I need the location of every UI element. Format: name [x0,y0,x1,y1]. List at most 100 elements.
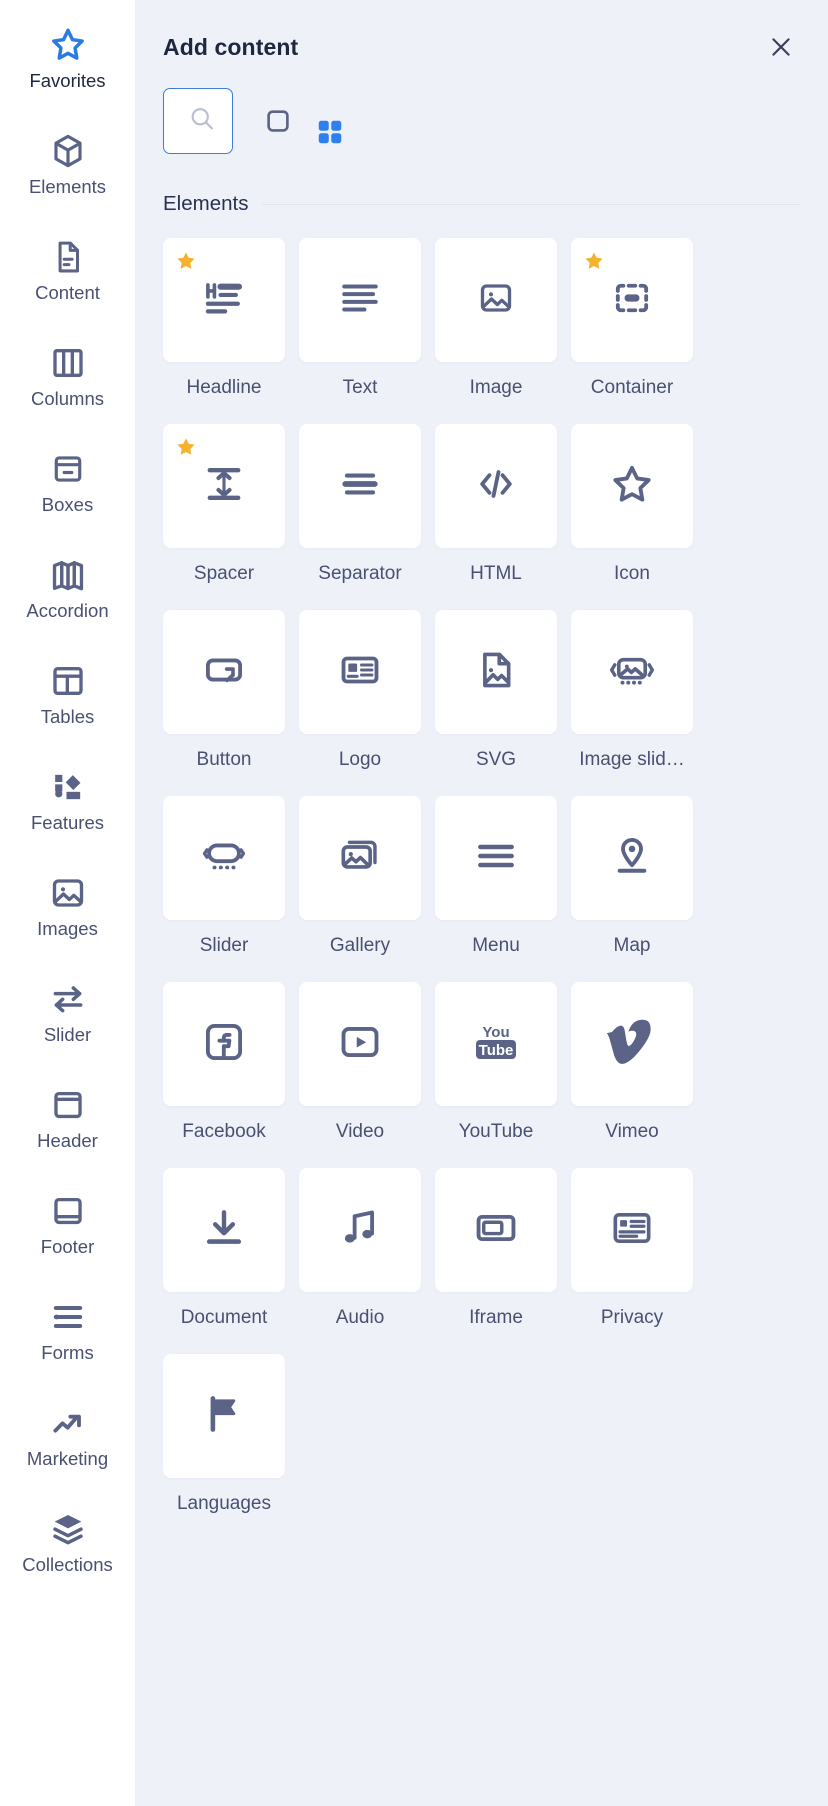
element-tile-html[interactable] [435,424,557,548]
elements-section: Elements Headline Text Image Container Space… [135,154,828,1540]
favorite-star-icon[interactable] [175,436,197,458]
element-cell: Icon [571,424,693,610]
element-tile-label: Button [196,749,252,770]
element-tile-gallery[interactable] [299,796,421,920]
element-tile-video[interactable] [299,982,421,1106]
spacer-icon [201,461,247,512]
element-tile-document[interactable] [163,1168,285,1292]
element-tile-headline[interactable] [163,238,285,362]
image-icon [48,870,88,916]
section-header: Elements [163,192,800,216]
search-field[interactable] [163,88,233,154]
content-panel: Add content Search Elements Headline Tex… [135,0,828,1806]
slider-icon [201,833,247,884]
star-outline-icon [609,461,655,512]
image-slider-icon [609,647,655,698]
svg-text:You: You [482,1024,509,1041]
element-tile-svg[interactable] [435,610,557,734]
sidebar-item-label: Footer [40,1236,95,1257]
element-tile-label: Image [469,377,523,398]
sidebar-item-label: Images [37,918,98,939]
sidebar-item-content[interactable]: Content [0,226,135,332]
element-tile-label: Menu [472,935,520,956]
element-tile-audio[interactable] [299,1168,421,1292]
sidebar-item-slider[interactable]: Slider [0,968,135,1074]
button-icon [201,647,247,698]
element-tile-image-slid[interactable] [571,610,693,734]
element-tile-privacy[interactable] [571,1168,693,1292]
list-view-icon[interactable] [263,106,293,136]
element-cell: HTML [435,424,557,610]
element-tile-image[interactable] [435,238,557,362]
separator-icon [337,461,383,512]
element-tile-slider[interactable] [163,796,285,920]
menu-icon [473,833,519,884]
element-tile-label: Separator [318,563,402,584]
close-icon[interactable] [764,30,798,64]
svg-text:Tube: Tube [479,1042,514,1059]
favorite-star-icon[interactable] [175,250,197,272]
element-cell: You Tube YouTube [435,982,557,1168]
element-tile-label: HTML [470,563,522,584]
element-tile-icon[interactable] [571,424,693,548]
sidebar-item-collections[interactable]: Collections [0,1498,135,1604]
container-icon [609,275,655,326]
sidebar-item-tables[interactable]: Tables [0,650,135,756]
element-cell: Audio [299,1168,421,1354]
grid-view-icon[interactable] [315,117,828,147]
sidebar-item-boxes[interactable]: Boxes [0,438,135,544]
element-cell: Iframe [435,1168,557,1354]
sidebar-item-label: Marketing [26,1448,109,1469]
view-toggle-group [263,95,828,147]
search-icon [188,105,216,138]
table-icon [48,658,88,704]
element-tile-languages[interactable] [163,1354,285,1478]
sidebar-item-label: Content [35,282,100,303]
favorite-star-icon[interactable] [583,250,605,272]
element-tile-map[interactable] [571,796,693,920]
sidebar-item-forms[interactable]: Forms [0,1286,135,1392]
element-tile-label: Headline [186,377,262,398]
facebook-icon [201,1019,247,1070]
element-tile-youtube[interactable]: You Tube [435,982,557,1106]
element-tile-label: Icon [614,563,650,584]
element-cell: Spacer [163,424,285,610]
sidebar-item-marketing[interactable]: Marketing [0,1392,135,1498]
element-tile-label: Spacer [193,563,255,584]
sidebar-item-columns[interactable]: Columns [0,332,135,438]
element-tile-container[interactable] [571,238,693,362]
element-tile-button[interactable] [163,610,285,734]
element-tile-separator[interactable] [299,424,421,548]
elements-grid: Headline Text Image Container Spacer Separato… [163,238,800,1540]
sidebar-item-label: Boxes [41,494,94,515]
element-tile-label: Video [335,1121,385,1142]
forms-icon [48,1294,88,1340]
panel-header: Add content [135,0,828,64]
element-tile-label: Text [342,377,378,398]
sidebar-item-features[interactable]: Features [0,756,135,862]
element-tile-text[interactable] [299,238,421,362]
sidebar-item-accordion[interactable]: Accordion [0,544,135,650]
element-tile-spacer[interactable] [163,424,285,548]
gallery-icon [337,833,383,884]
element-tile-vimeo[interactable] [571,982,693,1106]
element-cell: Image [435,238,557,424]
element-tile-menu[interactable] [435,796,557,920]
element-tile-iframe[interactable] [435,1168,557,1292]
trend-up-icon [48,1400,88,1446]
element-tile-logo[interactable] [299,610,421,734]
sidebar-item-footer[interactable]: Footer [0,1180,135,1286]
footer-icon [49,1188,87,1234]
sidebar-item-label: Collections [22,1554,113,1575]
cube-icon [48,128,88,174]
sidebar-item-label: Columns [31,388,104,409]
sidebar-item-elements[interactable]: Elements [0,120,135,226]
element-tile-facebook[interactable] [163,982,285,1106]
sidebar-item-images[interactable]: Images [0,862,135,968]
element-cell: Privacy [571,1168,693,1354]
sidebar-item-favorites[interactable]: Favorites [0,14,135,120]
document-icon [49,234,87,280]
sidebar-item-header[interactable]: Header [0,1074,135,1180]
element-cell: Logo [299,610,421,796]
section-divider [262,203,800,205]
